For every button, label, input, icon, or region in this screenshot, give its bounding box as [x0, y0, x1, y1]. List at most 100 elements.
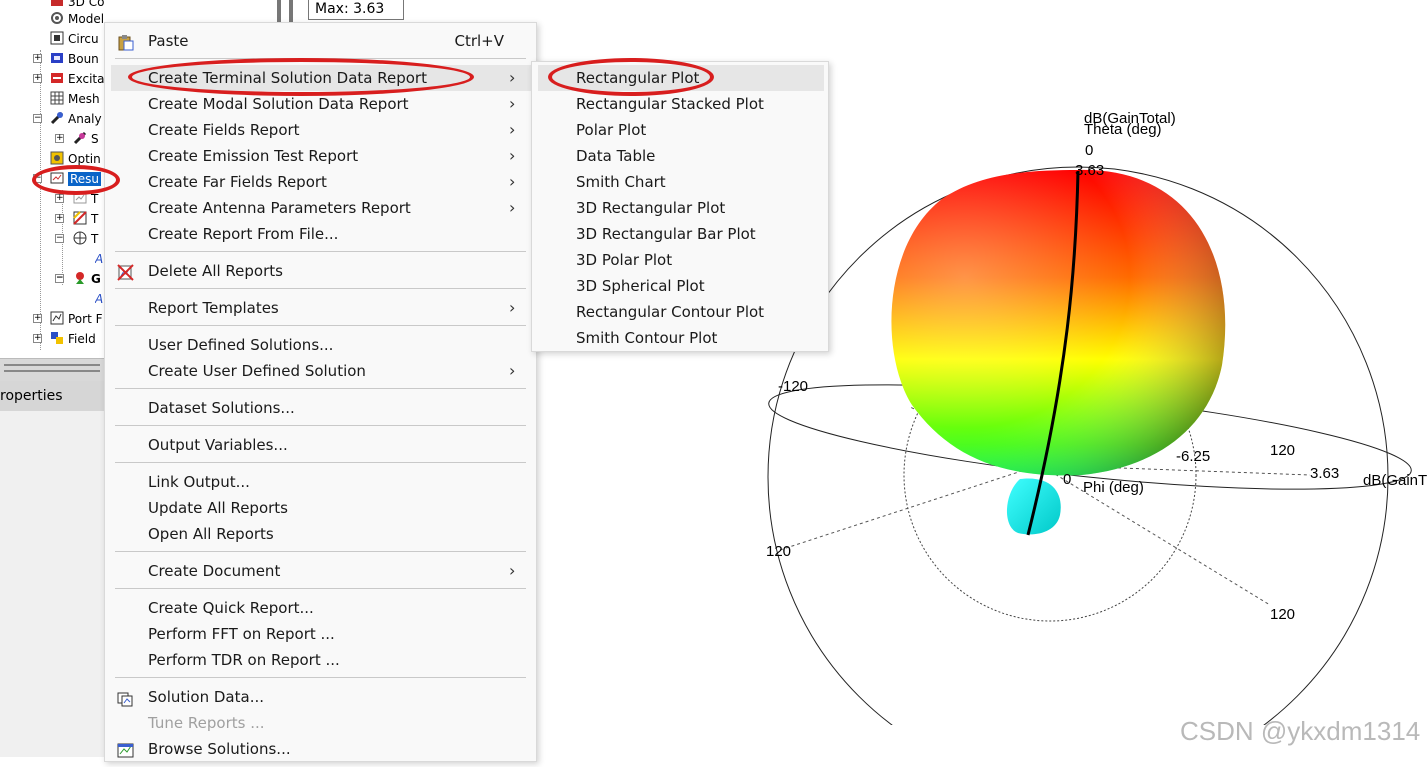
menu-item-browse-solutions[interactable]: Browse Solutions...: [105, 736, 536, 762]
tree-item-field-overlays[interactable]: + Field: [33, 329, 96, 349]
menu-item-create-terminal-solution-data-report[interactable]: Create Terminal Solution Data Report ›: [111, 65, 531, 91]
expand-plus-icon[interactable]: +: [33, 334, 42, 343]
menu-item-paste[interactable]: Paste Ctrl+V: [105, 28, 536, 54]
tree-item-port-field[interactable]: + Port F: [33, 309, 103, 329]
submenu-item-smith-chart[interactable]: Smith Chart: [532, 169, 828, 195]
expand-plus-icon[interactable]: +: [55, 134, 64, 143]
chevron-right-icon: ›: [509, 561, 516, 580]
left-tick-label: -120: [778, 378, 808, 395]
right-tick-label: 120: [1270, 442, 1295, 459]
delete-reports-icon: [117, 263, 134, 281]
expand-minus-icon[interactable]: −: [33, 114, 42, 123]
tree-item-results[interactable]: − Resu: [33, 169, 102, 189]
submenu-item-rectangular-plot[interactable]: Rectangular Plot: [538, 65, 824, 91]
right-axis-label: dB(GainT: [1363, 472, 1427, 489]
menu-item-perform-fft[interactable]: Perform FFT on Report ...: [105, 621, 536, 647]
tree-item-report[interactable]: + T: [55, 189, 98, 209]
menu-item-perform-tdr[interactable]: Perform TDR on Report ...: [105, 647, 536, 673]
submenu-item-3d-polar-plot[interactable]: 3D Polar Plot: [532, 247, 828, 273]
menu-item-create-emission-test-report[interactable]: Create Emission Test Report ›: [105, 143, 536, 169]
menu-item-solution-data[interactable]: Solution Data...: [105, 684, 536, 710]
menu-separator: [115, 588, 526, 589]
toolbar-separator: [275, 0, 297, 22]
menu-item-open-all-reports[interactable]: Open All Reports: [105, 521, 536, 547]
tree-item-radiation[interactable]: − T: [55, 229, 98, 249]
menu-item-link-output[interactable]: Link Output...: [105, 469, 536, 495]
report-type-submenu: Rectangular Plot Rectangular Stacked Plo…: [531, 61, 829, 352]
submenu-item-polar-plot[interactable]: Polar Plot: [532, 117, 828, 143]
menu-item-user-defined-solutions[interactable]: User Defined Solutions...: [105, 332, 536, 358]
tree-item-circuit[interactable]: Circu: [50, 29, 99, 49]
submenu-item-smith-contour-plot[interactable]: Smith Contour Plot: [532, 325, 828, 351]
expand-plus-icon[interactable]: +: [33, 74, 42, 83]
report-icon: [73, 211, 87, 225]
expand-plus-icon[interactable]: +: [55, 194, 64, 203]
menu-item-delete-all-reports[interactable]: Delete All Reports: [105, 258, 536, 284]
tree-item-analysis[interactable]: − Analy: [33, 109, 102, 129]
port-field-icon: [50, 311, 64, 325]
project-tree: 3D Components Model Circu + Boun + Excit…: [0, 0, 104, 360]
max-value-label: Max: 3.63: [308, 0, 404, 20]
tree-item-mesh[interactable]: Mesh: [50, 89, 100, 109]
svg-text:A: A: [95, 292, 103, 305]
tree-item-optimetrics[interactable]: Optin: [50, 149, 101, 169]
submenu-item-rectangular-contour-plot[interactable]: Rectangular Contour Plot: [532, 299, 828, 325]
tree-item-model[interactable]: Model: [50, 9, 104, 29]
tree-item-report[interactable]: + T: [55, 209, 98, 229]
tree-item-setup[interactable]: + S: [55, 129, 99, 149]
submenu-item-3d-spherical-plot[interactable]: 3D Spherical Plot: [532, 273, 828, 299]
submenu-item-3d-rectangular-bar-plot[interactable]: 3D Rectangular Bar Plot: [532, 221, 828, 247]
submenu-item-data-table[interactable]: Data Table: [532, 143, 828, 169]
properties-panel: [0, 411, 104, 757]
mesh-icon: [50, 91, 64, 105]
submenu-item-3d-rectangular-plot[interactable]: 3D Rectangular Plot: [532, 195, 828, 221]
menu-item-create-modal-solution-data-report[interactable]: Create Modal Solution Data Report ›: [105, 91, 536, 117]
menu-item-update-all-reports[interactable]: Update All Reports: [105, 495, 536, 521]
expand-minus-icon[interactable]: −: [33, 174, 42, 183]
menu-separator: [115, 251, 526, 252]
theta-axis-label: Theta (deg): [1084, 121, 1162, 138]
expand-plus-icon[interactable]: +: [33, 54, 42, 63]
right-value-label: 3.63: [1310, 465, 1339, 482]
paste-shortcut: Ctrl+V: [454, 32, 504, 50]
tree-subitem[interactable]: A: [94, 289, 104, 309]
plot-file-icon: A: [94, 251, 104, 266]
menu-item-create-antenna-parameters-report[interactable]: Create Antenna Parameters Report ›: [105, 195, 536, 221]
expand-minus-icon[interactable]: −: [55, 234, 64, 243]
setup-icon: [73, 131, 87, 145]
menu-item-output-variables[interactable]: Output Variables...: [105, 432, 536, 458]
gain-icon: [73, 271, 87, 285]
tree-subitem[interactable]: A: [94, 249, 104, 269]
excitations-icon: [50, 71, 64, 85]
expand-minus-icon[interactable]: −: [55, 274, 64, 283]
menu-item-dataset-solutions[interactable]: Dataset Solutions...: [105, 395, 536, 421]
panel-splitter[interactable]: [0, 358, 104, 381]
browse-solutions-icon: [117, 741, 134, 758]
chevron-right-icon: ›: [509, 361, 516, 380]
menu-item-report-templates[interactable]: Report Templates ›: [105, 295, 536, 321]
menu-item-create-user-defined-solution[interactable]: Create User Defined Solution ›: [105, 358, 536, 384]
context-menu: Paste Ctrl+V Create Terminal Solution Da…: [104, 22, 537, 762]
expand-plus-icon[interactable]: +: [33, 314, 42, 323]
menu-item-create-document[interactable]: Create Document ›: [105, 558, 536, 584]
splitter-grip[interactable]: [4, 364, 100, 372]
field-overlays-icon: [50, 331, 64, 345]
properties-panel-title: roperties: [0, 381, 104, 411]
expand-plus-icon[interactable]: +: [55, 214, 64, 223]
menu-item-create-quick-report[interactable]: Create Quick Report...: [105, 595, 536, 621]
tree-item-boundaries[interactable]: + Boun: [33, 49, 99, 69]
model-icon: [50, 11, 64, 25]
menu-item-create-report-from-file[interactable]: Create Report From File...: [105, 221, 536, 247]
tree-item-excitations[interactable]: + Excita: [33, 69, 104, 89]
phi-zero-label: 0: [1063, 471, 1071, 488]
chevron-right-icon: ›: [509, 120, 516, 139]
submenu-item-rectangular-stacked-plot[interactable]: Rectangular Stacked Plot: [532, 91, 828, 117]
menu-item-create-fields-report[interactable]: Create Fields Report ›: [105, 117, 536, 143]
report-icon: [73, 191, 87, 205]
tree-item-gain[interactable]: − G: [55, 269, 101, 289]
menu-item-tune-reports[interactable]: Tune Reports ...: [105, 710, 536, 736]
top-value-label: 3.63: [1075, 162, 1104, 179]
main-lobe-shading: [891, 169, 1226, 476]
paste-icon: [117, 33, 134, 51]
menu-item-create-far-fields-report[interactable]: Create Far Fields Report ›: [105, 169, 536, 195]
